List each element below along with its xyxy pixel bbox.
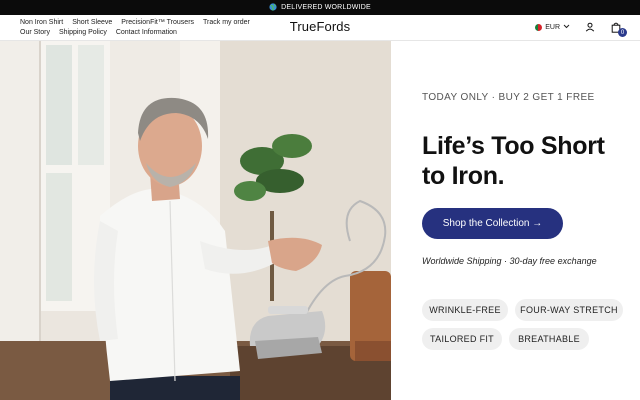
currency-label: EUR [545,23,560,31]
user-icon [585,22,595,32]
shipping-note: Worldwide Shipping · 30-day free exchang… [422,256,597,266]
hero-image [0,41,391,400]
feature-pill-wrinkle-free: WRINKLE-FREE [422,299,508,321]
feature-pill-tailored-fit: TAILORED FIT [422,328,502,350]
announcement-bar: DELIVERED WORLDWIDE [0,0,640,15]
nav-link-contact-information[interactable]: Contact Information [116,28,177,38]
feature-pill-four-way-stretch: FOUR-WAY STRETCH [515,299,623,321]
header-actions: EUR 0 [535,21,627,37]
promo-eyebrow: TODAY ONLY · BUY 2 GET 1 FREE [422,92,595,103]
currency-selector[interactable]: EUR [535,23,570,31]
nav-link-track-my-order[interactable]: Track my order [203,18,250,28]
shop-collection-button[interactable]: Shop the Collection → [422,208,563,239]
account-button[interactable] [584,21,596,33]
announcement-text: DELIVERED WORLDWIDE [281,4,371,11]
portugal-flag-icon [535,23,543,31]
feature-pill-breathable: BREATHABLE [509,328,589,350]
chevron-down-icon [563,24,570,31]
site-header: Non Iron Shirt Short Sleeve PrecisionFit… [0,15,640,41]
nav-link-non-iron-shirt[interactable]: Non Iron Shirt [20,18,63,28]
cart-count-badge: 0 [618,28,627,37]
nav-link-shipping-policy[interactable]: Shipping Policy [59,28,107,38]
hero-headline: Life’s Too Short to Iron. [422,131,640,191]
headline-line-2: to Iron. [422,162,505,190]
hero-content: TODAY ONLY · BUY 2 GET 1 FREE Life’s Too… [391,41,640,400]
globe-icon [269,2,277,13]
main-nav: Non Iron Shirt Short Sleeve PrecisionFit… [20,18,280,38]
nav-link-our-story[interactable]: Our Story [20,28,50,38]
site-logo[interactable]: TrueFords [290,19,350,34]
nav-link-precisionfit-trousers[interactable]: PrecisionFit™ Trousers [121,18,194,28]
hero-photo-illustration [0,41,391,400]
headline-line-1: Life’s Too Short [422,132,605,160]
cart-button[interactable]: 0 [610,21,627,37]
nav-link-short-sleeve[interactable]: Short Sleeve [72,18,112,28]
